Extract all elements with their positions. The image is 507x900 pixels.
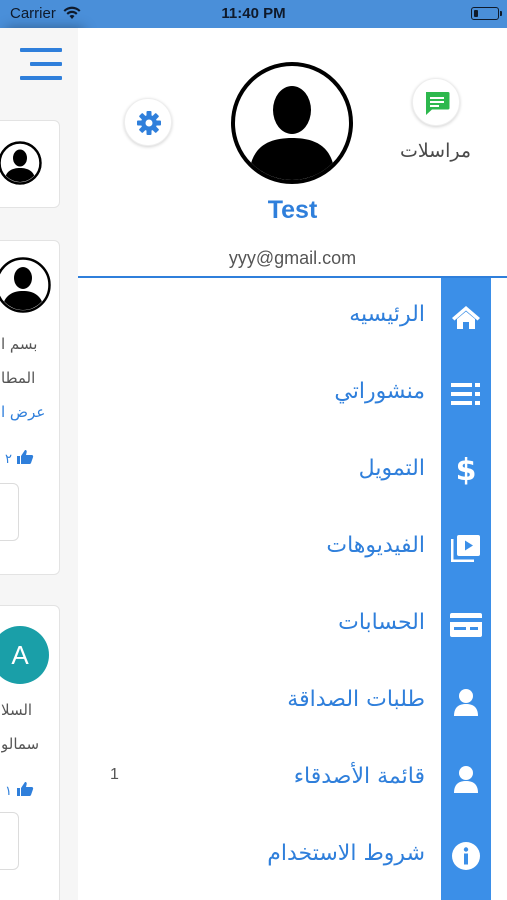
user-silhouette-icon — [249, 86, 335, 180]
feed-card[interactable]: A السلا سمالو ١ — [0, 605, 60, 900]
user-email: yyy@gmail.com — [228, 248, 357, 268]
like-button[interactable] — [0, 483, 19, 541]
menu-label: طلبات الصداقة — [287, 687, 425, 712]
menu-item-accounts[interactable]: الحسابات — [78, 586, 491, 663]
post-text: السلا — [1, 701, 33, 719]
hamburger-menu-icon[interactable] — [20, 46, 62, 82]
menu-label: الحسابات — [338, 610, 425, 635]
like-button[interactable] — [0, 812, 19, 870]
gear-icon — [137, 111, 161, 135]
menu-item-home[interactable]: الرئيسيه — [78, 278, 491, 355]
feed-card[interactable] — [0, 120, 60, 208]
status-time: 11:40 PM — [221, 5, 286, 22]
post-text: بسم ا — [1, 335, 38, 353]
thumbs-up-icon — [17, 450, 34, 464]
messages-button[interactable] — [412, 78, 460, 126]
menu-item-videos[interactable]: الفيديوهات — [78, 509, 491, 586]
profile-header: مراسلات Test yyy@gmail.com — [78, 28, 507, 278]
list-icon — [441, 372, 491, 416]
user-avatar-icon — [0, 141, 42, 185]
settings-button[interactable] — [124, 98, 172, 146]
menu-item-funding[interactable]: $ التمويل — [78, 432, 491, 509]
user-icon — [441, 757, 491, 801]
status-bar: Carrier 11:40 PM — [0, 0, 507, 28]
like-count-value: ١ — [5, 784, 12, 799]
menu-label: منشوراتي — [334, 379, 425, 404]
menu-item-friend-requests[interactable]: طلبات الصداقة — [78, 663, 491, 740]
letter-avatar: A — [0, 626, 49, 684]
chat-icon — [426, 92, 450, 115]
friends-count: 1 — [110, 766, 119, 783]
card-icon — [441, 603, 491, 647]
menu-label: الفيديوهات — [326, 533, 425, 558]
menu-label: التمويل — [358, 456, 425, 481]
thumbs-up-icon — [17, 782, 34, 796]
like-count: ٢ — [5, 449, 45, 467]
like-count-value: ٢ — [5, 452, 12, 467]
screen: Carrier 11:40 PM بسم ا المطا عرض ا ٢ A ا… — [0, 0, 507, 900]
menu-item-my-posts[interactable]: منشوراتي — [78, 355, 491, 432]
info-icon — [441, 834, 491, 878]
feed-card[interactable]: بسم ا المطا عرض ا ٢ — [0, 240, 60, 575]
menu-label: شروط الاستخدام — [267, 841, 425, 866]
profile-avatar[interactable] — [231, 62, 353, 184]
battery-icon — [471, 7, 502, 20]
video-icon — [441, 526, 491, 570]
user-icon — [441, 680, 491, 724]
menu-item-friends-list[interactable]: 1 قائمة الأصدقاء — [78, 740, 491, 817]
dollar-icon: $ — [455, 453, 477, 488]
menu-label: الرئيسيه — [349, 302, 425, 327]
background-feed[interactable]: بسم ا المطا عرض ا ٢ A السلا سمالو ١ — [0, 28, 78, 900]
messages-label[interactable]: مراسلات — [368, 140, 503, 162]
menu-item-terms[interactable]: شروط الاستخدام — [78, 817, 491, 894]
show-more-link[interactable]: عرض ا — [1, 403, 49, 421]
user-name: Test — [267, 196, 318, 224]
user-avatar-icon — [0, 257, 51, 313]
menu-label: قائمة الأصدقاء — [293, 764, 425, 789]
home-icon — [441, 295, 491, 339]
post-text: المطا — [1, 369, 36, 387]
side-drawer: مراسلات Test yyy@gmail.com الرئيسيه منشو… — [78, 28, 507, 900]
post-text: سمالو — [1, 735, 40, 753]
like-count: ١ — [5, 781, 45, 799]
